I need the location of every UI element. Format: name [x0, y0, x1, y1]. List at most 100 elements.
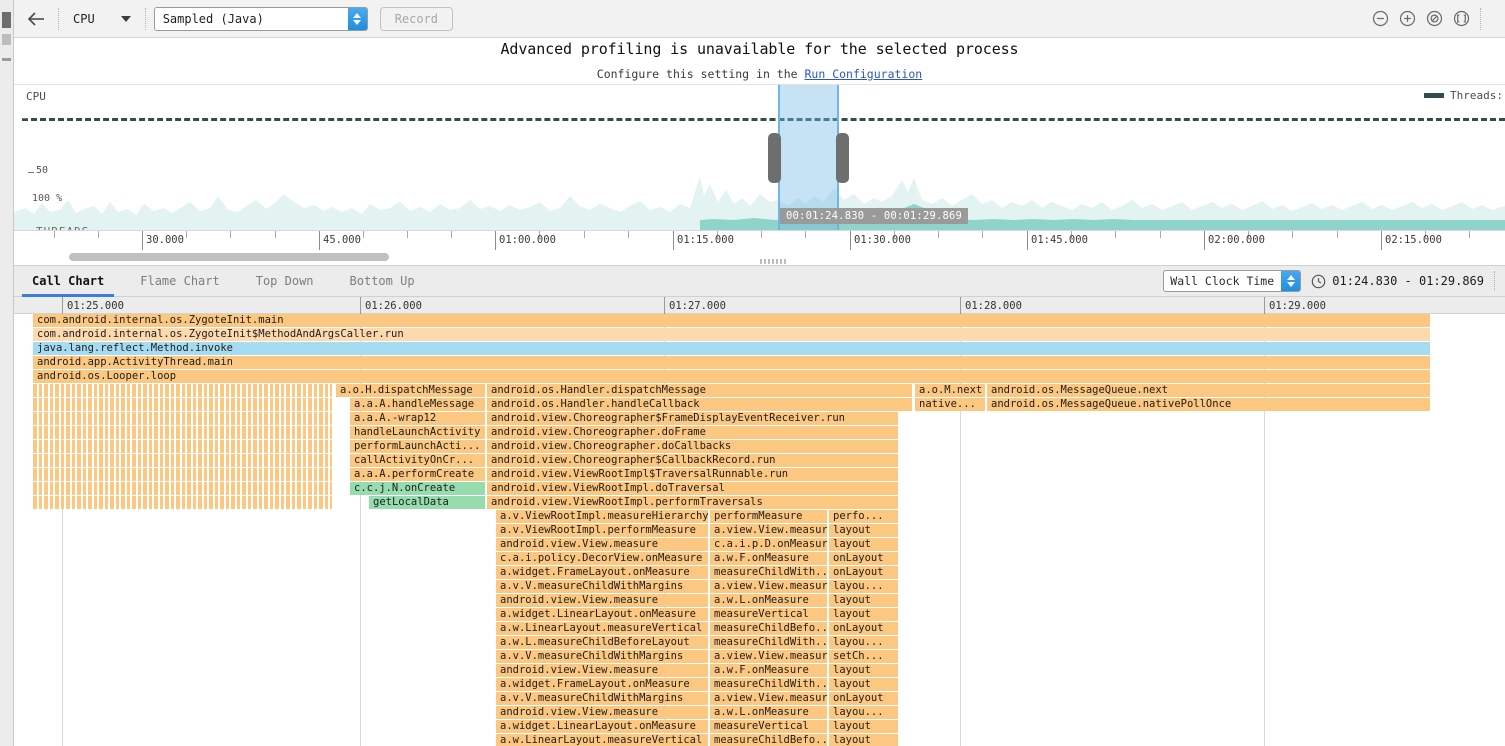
tab-flame-chart[interactable]: Flame Chart: [122, 265, 237, 297]
call-chart-frame[interactable]: onLayout: [829, 552, 899, 565]
clock-type-combobox[interactable]: Wall Clock Time: [1163, 270, 1302, 292]
zoom-out-icon[interactable]: [1372, 10, 1389, 27]
call-chart-frame[interactable]: android.view.Choreographer$FrameDisplayE…: [487, 412, 899, 425]
fit-to-screen-icon[interactable]: [1453, 10, 1470, 27]
call-chart-frame[interactable]: layout: [829, 664, 899, 677]
call-chart-ruler[interactable]: 01:25.000 01:26.000 01:27.000 01:28.000 01:2…: [14, 297, 1505, 314]
call-chart-frame[interactable]: android.view.ViewRootImpl.performTravers…: [487, 496, 899, 509]
call-chart-frame[interactable]: measureVertical: [710, 720, 828, 733]
gutter-marker-2[interactable]: [2, 34, 11, 45]
call-chart-frame[interactable]: android.view.View.measure: [496, 594, 709, 607]
combobox-spinner-icon[interactable]: [347, 7, 367, 30]
call-chart-frame[interactable]: android.view.View.measure: [496, 664, 709, 677]
call-chart-frame[interactable]: a.widget.FrameLayout.onMeasure: [496, 678, 709, 691]
call-chart-frame[interactable]: android.view.View.measure: [496, 538, 709, 551]
call-chart-frame[interactable]: android.os.MessageQueue.next: [987, 384, 1431, 397]
selection-handle-left[interactable]: [768, 133, 781, 183]
call-chart-frame[interactable]: a.a.A.handleMessage: [350, 398, 486, 411]
call-chart-frame[interactable]: a.v.ViewRootImpl.performMeasure: [496, 524, 709, 537]
call-chart-frame[interactable]: layout: [829, 594, 899, 607]
call-chart-frame[interactable]: layou...: [829, 636, 899, 649]
call-chart-frame[interactable]: setCh...: [829, 650, 899, 663]
call-chart-frame-group[interactable]: [33, 468, 333, 481]
call-chart-frame-group[interactable]: [33, 440, 333, 453]
call-chart-frame[interactable]: measureChildWith...: [710, 678, 828, 691]
call-chart-frame[interactable]: performLaunchActi...: [350, 440, 486, 453]
call-chart-frame-group[interactable]: [33, 398, 333, 411]
gutter-marker-1[interactable]: [2, 12, 11, 28]
call-chart-frame[interactable]: handleLaunchActivity: [350, 426, 486, 439]
call-chart-frame[interactable]: a.o.M.next: [915, 384, 986, 397]
panel-resize-grip[interactable]: [760, 259, 786, 264]
call-chart-frame[interactable]: android.os.Handler.dispatchMessage: [487, 384, 913, 397]
call-chart-frame[interactable]: a.view.View.measure: [710, 524, 828, 537]
call-chart-frame[interactable]: android.os.MessageQueue.nativePollOnce: [987, 398, 1431, 411]
call-chart-frame[interactable]: a.w.L.onMeasure: [710, 706, 828, 719]
call-chart-frame[interactable]: callActivityOnCr...: [350, 454, 486, 467]
call-chart-frame[interactable]: layout: [829, 538, 899, 551]
call-chart-frame[interactable]: native...: [915, 398, 986, 411]
call-chart-frame[interactable]: com.android.internal.os.ZygoteInit.main: [33, 314, 1431, 327]
call-chart-frame[interactable]: a.w.L.measureChildBeforeLayout: [496, 636, 709, 649]
call-chart-frame[interactable]: layou...: [829, 706, 899, 719]
call-chart-frame[interactable]: layout: [829, 720, 899, 733]
call-chart-frame[interactable]: a.o.H.dispatchMessage: [336, 384, 486, 397]
call-chart-frame[interactable]: a.w.L.onMeasure: [710, 594, 828, 607]
call-chart-frame[interactable]: a.v.V.measureChildWithMargins: [496, 650, 709, 663]
call-chart-frame[interactable]: a.view.View.measure: [710, 580, 828, 593]
call-chart-frame[interactable]: android.view.Choreographer.doFrame: [487, 426, 899, 439]
call-chart-frame[interactable]: c.c.j.N.onCreate: [350, 482, 486, 495]
recording-config-combobox[interactable]: Sampled (Java): [153, 6, 368, 31]
record-button[interactable]: Record: [379, 6, 454, 31]
call-chart-frame[interactable]: a.widget.LinearLayout.onMeasure: [496, 720, 709, 733]
call-chart-frame[interactable]: android.os.Looper.loop: [33, 370, 1431, 383]
call-chart-frame[interactable]: a.view.View.measure: [710, 650, 828, 663]
call-chart-stack[interactable]: com.android.internal.os.ZygoteInit.main c…: [14, 314, 1505, 746]
call-chart-frame[interactable]: a.v.V.measureChildWithMargins: [496, 580, 709, 593]
call-chart-frame[interactable]: android.view.ViewRootImpl$TraversalRunna…: [487, 468, 899, 481]
call-chart-frame[interactable]: java.lang.reflect.Method.invoke: [33, 342, 1431, 355]
call-chart-frame[interactable]: c.a.i.policy.DecorView.onMeasure: [496, 552, 709, 565]
call-chart-frame[interactable]: a.widget.FrameLayout.onMeasure: [496, 566, 709, 579]
call-chart-frame-group[interactable]: [33, 412, 333, 425]
call-chart-frame[interactable]: perfo...: [829, 510, 899, 523]
call-chart-frame[interactable]: android.os.Handler.handleCallback: [487, 398, 913, 411]
call-chart-frame[interactable]: android.view.ViewRootImpl.doTraversal: [487, 482, 899, 495]
call-chart-frame[interactable]: measureChildWith...: [710, 566, 828, 579]
call-chart-frame[interactable]: measureVertical: [710, 608, 828, 621]
call-chart-frame[interactable]: a.w.LinearLayout.measureVertical: [496, 734, 709, 746]
call-chart-frame[interactable]: layout: [829, 608, 899, 621]
call-chart-frame[interactable]: a.a.A.performCreate: [350, 468, 486, 481]
call-chart-frame[interactable]: a.w.LinearLayout.measureVertical: [496, 622, 709, 635]
call-chart-frame[interactable]: a.w.F.onMeasure: [710, 552, 828, 565]
zoom-in-icon[interactable]: [1399, 10, 1416, 27]
call-chart-frame-group[interactable]: [33, 482, 333, 495]
run-configuration-link[interactable]: Run Configuration: [805, 67, 923, 81]
call-chart-frame[interactable]: android.view.View.measure: [496, 706, 709, 719]
call-chart-frame[interactable]: a.a.A.-wrap12: [350, 412, 486, 425]
timeline-scrollbar-thumb[interactable]: [69, 253, 389, 261]
call-chart-frame[interactable]: a.v.ViewRootImpl.measureHierarchy: [496, 510, 709, 523]
call-chart-frame[interactable]: performMeasure: [710, 510, 828, 523]
call-chart-frame[interactable]: android.app.ActivityThread.main: [33, 356, 1431, 369]
tab-bottom-up[interactable]: Bottom Up: [332, 265, 433, 297]
call-chart-frame[interactable]: a.widget.LinearLayout.onMeasure: [496, 608, 709, 621]
reset-zoom-icon[interactable]: [1426, 10, 1443, 27]
back-button[interactable]: [22, 6, 50, 32]
clock-combobox-spinner-icon[interactable]: [1281, 271, 1301, 291]
call-chart-frame-group[interactable]: [33, 496, 333, 509]
tab-call-chart[interactable]: Call Chart: [14, 265, 122, 297]
call-chart-panel[interactable]: 01:25.000 01:26.000 01:27.000 01:28.000 01:2…: [14, 297, 1505, 746]
selection-handle-right[interactable]: [836, 133, 849, 183]
call-chart-frame[interactable]: a.w.F.onMeasure: [710, 664, 828, 677]
call-chart-frame[interactable]: a.view.View.measure: [710, 692, 828, 705]
call-chart-frame[interactable]: android.view.Choreographer$CallbackRecor…: [487, 454, 899, 467]
call-chart-frame[interactable]: onLayout: [829, 622, 899, 635]
call-chart-frame[interactable]: measureChildWith...: [710, 636, 828, 649]
call-chart-frame[interactable]: getLocalData: [369, 496, 486, 509]
call-chart-frame[interactable]: onLayout: [829, 692, 899, 705]
cpu-usage-monitor[interactable]: CPU Threads: 100 % 50 THREADS 00:01:24.8…: [14, 84, 1505, 230]
call-chart-frame[interactable]: layout: [829, 678, 899, 691]
call-chart-frame-group[interactable]: [33, 426, 333, 439]
call-chart-frame[interactable]: android.view.Choreographer.doCallbacks: [487, 440, 899, 453]
